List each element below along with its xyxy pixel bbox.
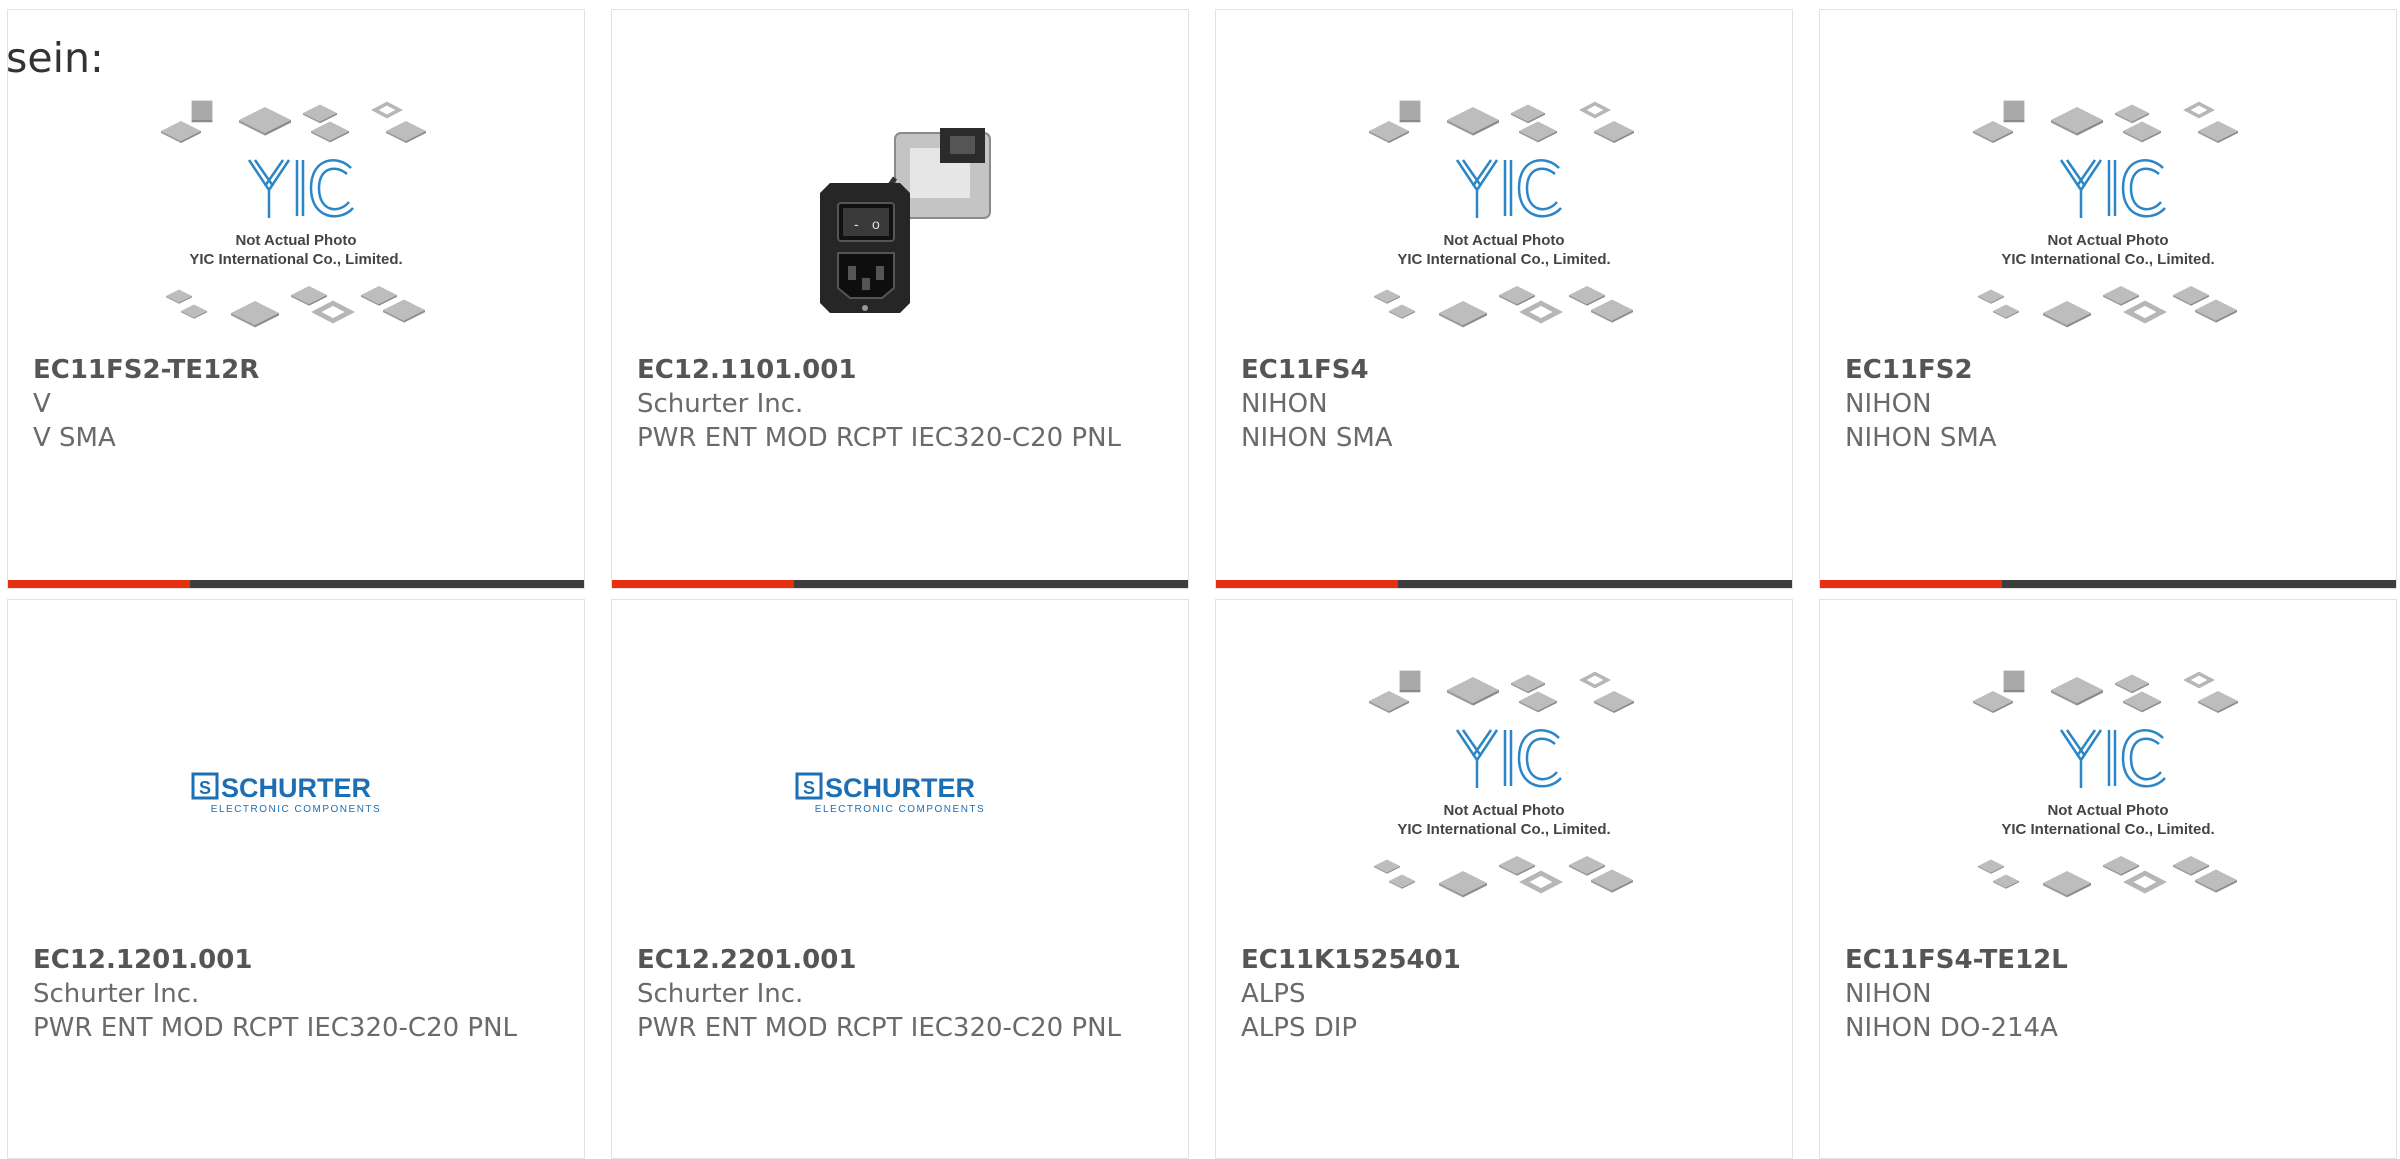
product-card[interactable]: Not Actual Photo YIC International Co., … [1819, 599, 2397, 1159]
part-number-link[interactable]: EC12.1201.001 [33, 943, 564, 977]
svg-text:Not Actual Photo: Not Actual Photo [235, 232, 356, 249]
part-description: V SMA [33, 423, 116, 453]
card-accent-bar [1820, 580, 2002, 588]
part-description: NIHON SMA [1845, 423, 1997, 453]
product-photo[interactable]: - o [612, 88, 1188, 358]
part-info: EC11FS2 NIHON NIHON SMA [1845, 353, 2376, 455]
svg-text:Not Actual Photo: Not Actual Photo [1443, 232, 1564, 249]
product-card[interactable]: Not Actual Photo YIC International Co., … [1819, 9, 2397, 589]
part-info: EC11FS2-TE12R V V SMA [33, 353, 564, 455]
card-bottom-bar [1216, 580, 1792, 588]
manufacturer-name: NIHON [1241, 389, 1328, 419]
manufacturer-name: Schurter Inc. [33, 979, 200, 1009]
svg-text:YIC International Co., Limited: YIC International Co., Limited. [2001, 251, 2214, 268]
placeholder-product-image[interactable]: Not Actual Photo YIC International Co., … [1820, 658, 2396, 928]
product-card[interactable]: Not Actual Photo YIC International Co., … [1215, 9, 1793, 589]
svg-text:o: o [872, 216, 880, 232]
svg-text:S: S [199, 778, 211, 798]
product-card[interactable]: Not Actual Photo YIC International Co., … [1215, 599, 1793, 1159]
part-info: EC12.1201.001 Schurter Inc. PWR ENT MOD … [33, 943, 564, 1045]
manufacturer-name: NIHON [1845, 979, 1932, 1009]
svg-text:-: - [854, 216, 859, 232]
part-description: NIHON DO-214A [1845, 1013, 2058, 1043]
card-accent-bar [612, 580, 794, 588]
part-number-link[interactable]: EC11FS4-TE12L [1845, 943, 2376, 977]
part-description: ALPS DIP [1241, 1013, 1358, 1043]
placeholder-product-image[interactable]: Not Actual Photo YIC International Co., … [8, 88, 584, 358]
part-description: PWR ENT MOD RCPT IEC320-C20 PNL [637, 1013, 1122, 1043]
manufacturer-name: V [33, 389, 51, 419]
part-number-link[interactable]: EC11FS2 [1845, 353, 2376, 387]
card-bottom-bar [8, 580, 584, 588]
card-bottom-bar [612, 580, 1188, 588]
svg-text:Not Actual Photo: Not Actual Photo [2047, 232, 2168, 249]
svg-text:YIC International Co., Limited: YIC International Co., Limited. [2001, 821, 2214, 838]
card-accent-bar [8, 580, 190, 588]
product-card[interactable]: S SCHURTER ELECTRONIC COMPONENTS EC12.22… [611, 599, 1189, 1159]
svg-text:SCHURTER: SCHURTER [221, 773, 371, 803]
svg-text:YIC International Co., Limited: YIC International Co., Limited. [189, 251, 402, 268]
manufacturer-name: Schurter Inc. [637, 389, 804, 419]
part-info: EC11K1525401 ALPS ALPS DIP [1241, 943, 1772, 1045]
svg-text:Not Actual Photo: Not Actual Photo [1443, 802, 1564, 819]
manufacturer-name: NIHON [1845, 389, 1932, 419]
part-number-link[interactable]: EC12.2201.001 [637, 943, 1168, 977]
part-number-link[interactable]: EC11K1525401 [1241, 943, 1772, 977]
manufacturer-name: ALPS [1241, 979, 1306, 1009]
card-accent-bar [1216, 580, 1398, 588]
card-bottom-bar [1820, 580, 2396, 588]
part-number-link[interactable]: EC11FS4 [1241, 353, 1772, 387]
lead-text: sein: [6, 34, 104, 82]
part-info: EC11FS4 NIHON NIHON SMA [1241, 353, 1772, 455]
part-info: EC11FS4-TE12L NIHON NIHON DO-214A [1845, 943, 2376, 1045]
product-card[interactable]: - o EC12.1101.001 Schurter Inc. PWR ENT … [611, 9, 1189, 589]
svg-text:ELECTRONIC COMPONENTS: ELECTRONIC COMPONENTS [815, 804, 985, 815]
part-info: EC12.1101.001 Schurter Inc. PWR ENT MOD … [637, 353, 1168, 455]
part-description: PWR ENT MOD RCPT IEC320-C20 PNL [637, 423, 1122, 453]
part-description: NIHON SMA [1241, 423, 1393, 453]
svg-text:ELECTRONIC COMPONENTS: ELECTRONIC COMPONENTS [211, 804, 381, 815]
part-number-link[interactable]: EC11FS2-TE12R [33, 353, 564, 387]
manufacturer-logo-image[interactable]: S SCHURTER ELECTRONIC COMPONENTS [612, 658, 1188, 928]
svg-text:YIC International Co., Limited: YIC International Co., Limited. [1397, 251, 1610, 268]
manufacturer-name: Schurter Inc. [637, 979, 804, 1009]
svg-text:YIC International Co., Limited: YIC International Co., Limited. [1397, 821, 1610, 838]
placeholder-product-image[interactable]: Not Actual Photo YIC International Co., … [1216, 88, 1792, 358]
svg-text:SCHURTER: SCHURTER [825, 773, 975, 803]
placeholder-product-image[interactable]: Not Actual Photo YIC International Co., … [1216, 658, 1792, 928]
product-card[interactable]: Not Actual Photo YIC International Co., … [7, 9, 585, 589]
placeholder-product-image[interactable]: Not Actual Photo YIC International Co., … [1820, 88, 2396, 358]
svg-text:Not Actual Photo: Not Actual Photo [2047, 802, 2168, 819]
part-info: EC12.2201.001 Schurter Inc. PWR ENT MOD … [637, 943, 1168, 1045]
part-description: PWR ENT MOD RCPT IEC320-C20 PNL [33, 1013, 518, 1043]
part-number-link[interactable]: EC12.1101.001 [637, 353, 1168, 387]
svg-text:S: S [803, 778, 815, 798]
manufacturer-logo-image[interactable]: S SCHURTER ELECTRONIC COMPONENTS [8, 658, 584, 928]
product-card[interactable]: S SCHURTER ELECTRONIC COMPONENTS EC12.12… [7, 599, 585, 1159]
